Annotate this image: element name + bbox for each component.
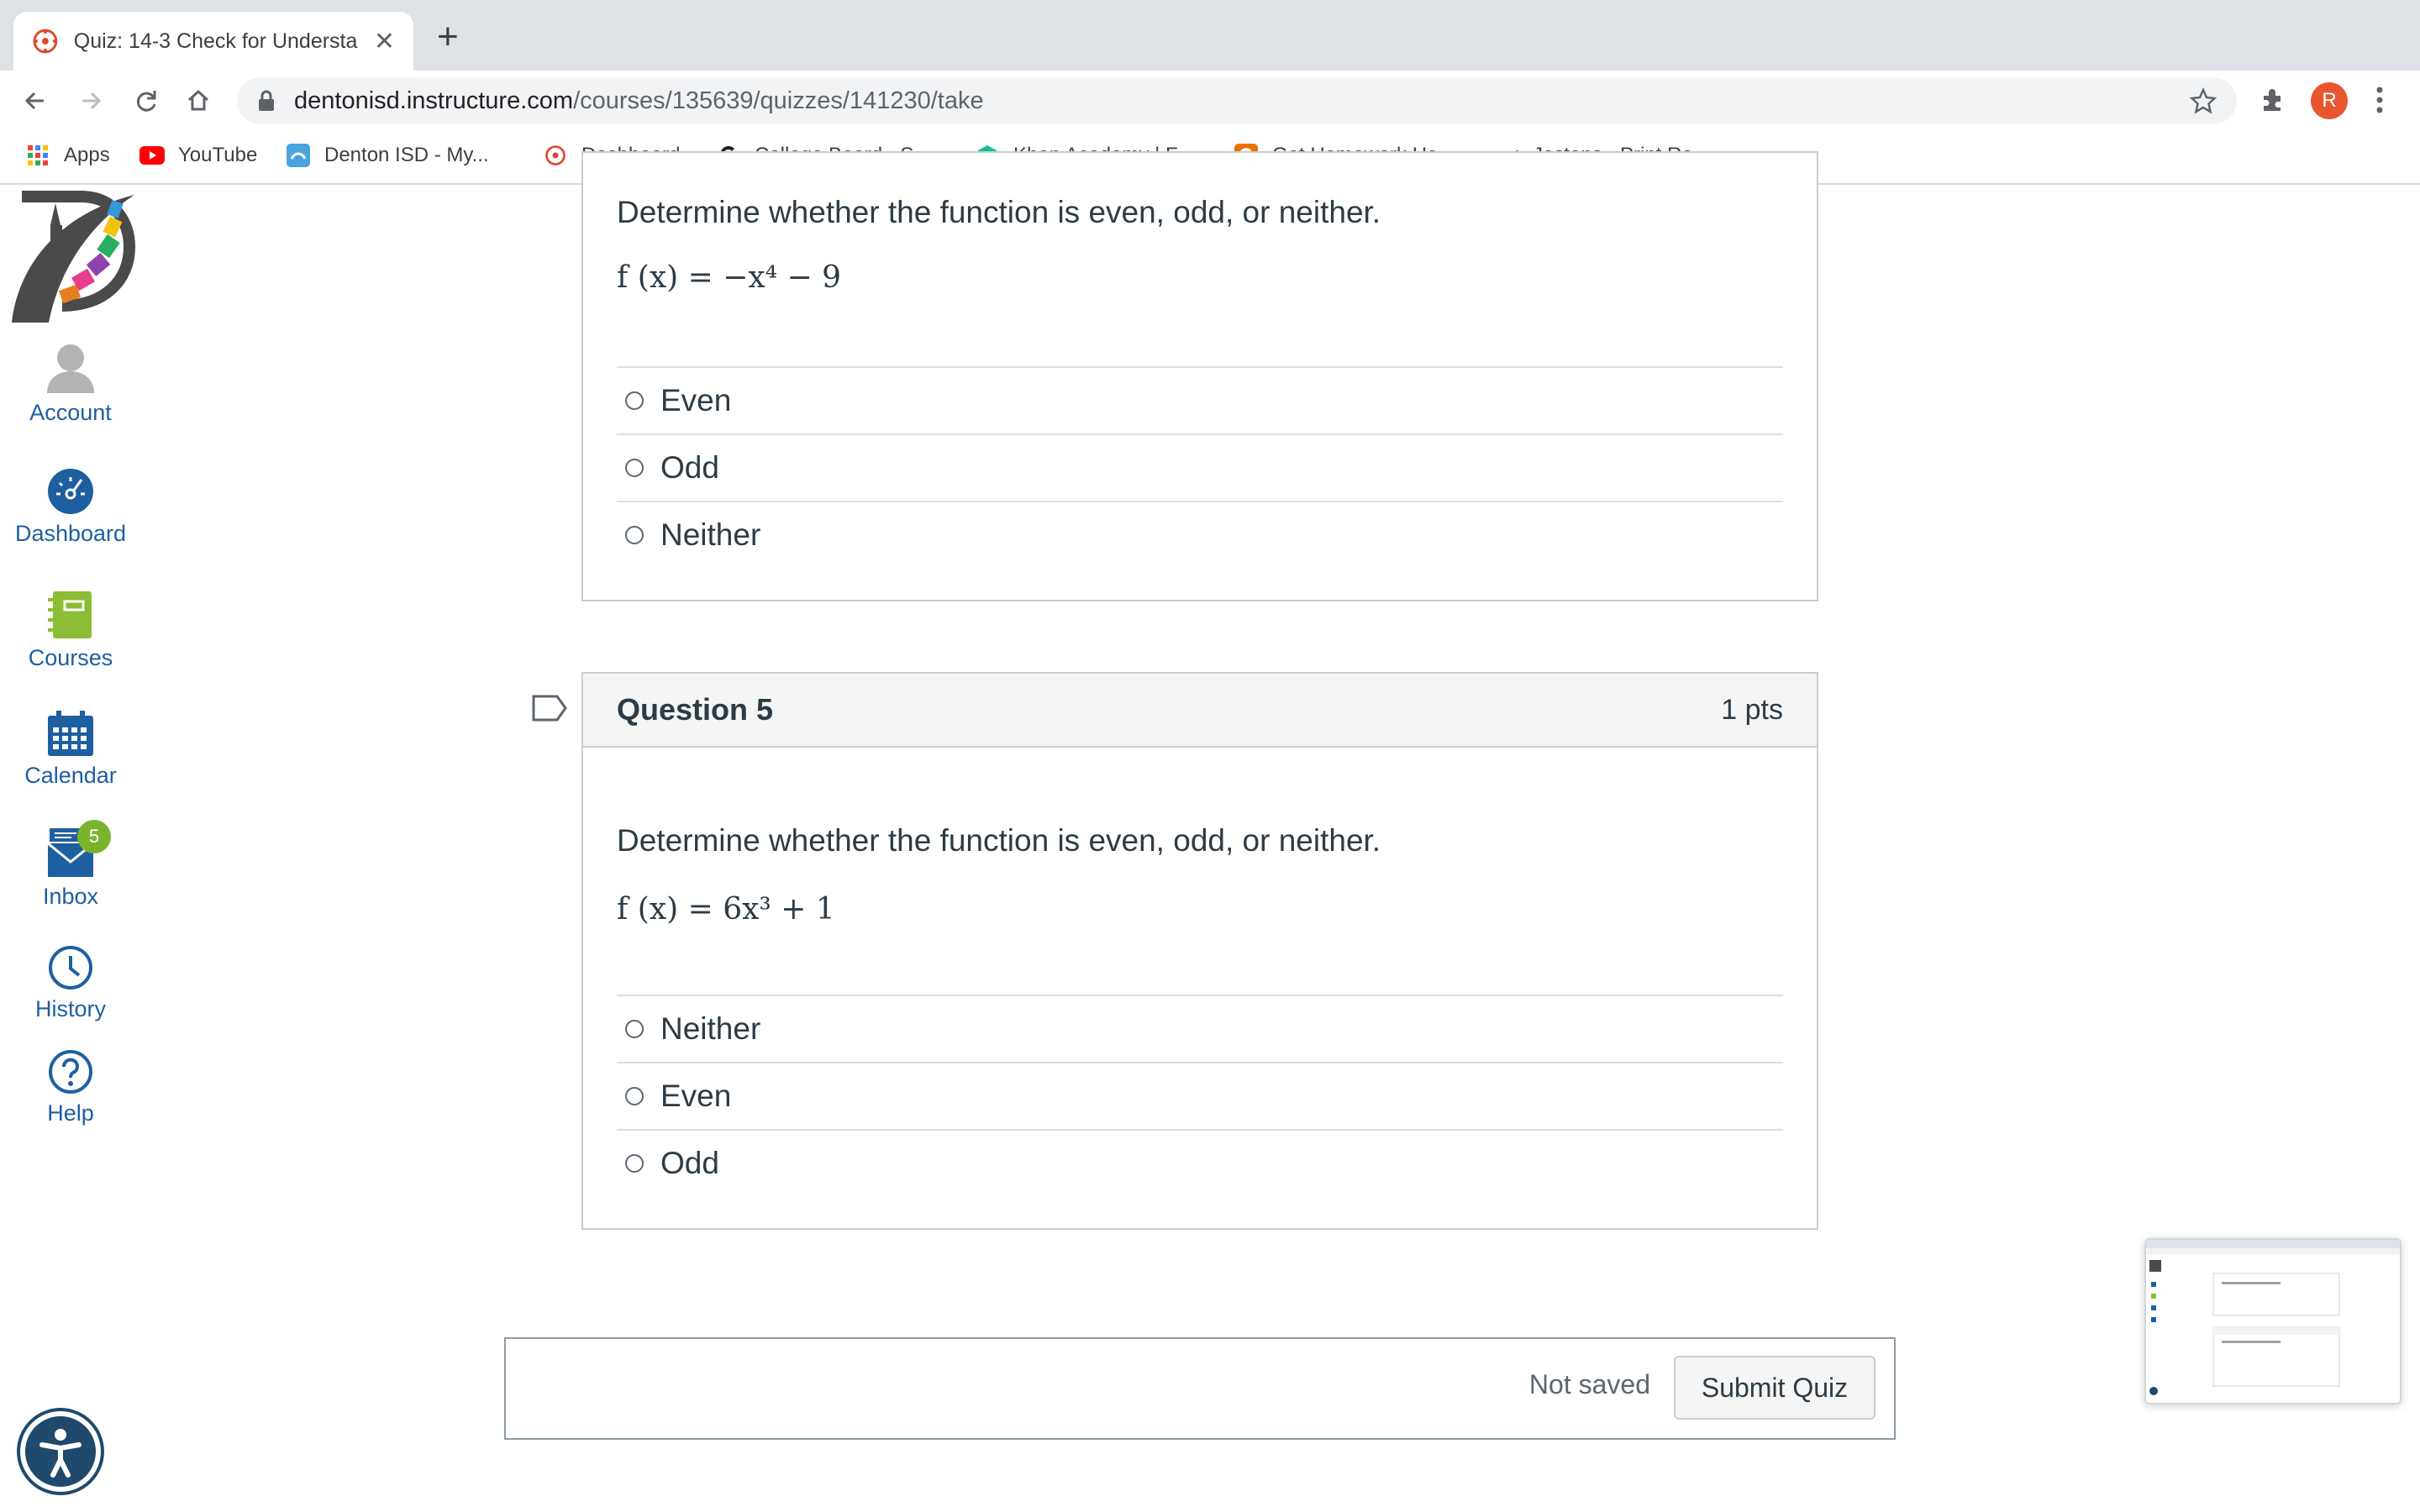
url-text: dentonisd.instructure.com/courses/135639… — [294, 87, 984, 114]
school-logo[interactable] — [0, 188, 141, 326]
nav-inbox[interactable]: 5 Inbox — [0, 820, 141, 910]
bookmark-apps[interactable]: Apps — [25, 143, 110, 168]
nav-help[interactable]: Help — [0, 1048, 141, 1126]
nav-account[interactable]: Account — [0, 341, 141, 426]
question-5: Question 5 1 pts Determine whether the f… — [581, 672, 1818, 1230]
accessibility-button[interactable] — [20, 1411, 101, 1492]
dashboard-gauge-icon — [48, 469, 93, 514]
thumbnail-preview-image — [2146, 1240, 2400, 1395]
forward-icon[interactable] — [76, 86, 106, 116]
radio-button[interactable] — [625, 459, 644, 477]
home-icon[interactable] — [183, 86, 213, 116]
question-4-equation: f (x) = −x⁴ − 9 — [617, 260, 842, 295]
bookmark-star-icon[interactable] — [2190, 87, 2217, 114]
question-5-text: Determine whether the function is even, … — [617, 823, 1381, 858]
answer-option[interactable]: Neither — [617, 501, 1783, 568]
lock-icon — [259, 90, 274, 111]
radio-button[interactable] — [625, 391, 644, 410]
account-avatar-icon — [47, 344, 94, 393]
bookmark-youtube[interactable]: YouTube — [139, 143, 257, 168]
radio-button[interactable] — [625, 1154, 644, 1173]
radio-button[interactable] — [625, 1020, 644, 1038]
canvas-icon — [543, 143, 568, 168]
save-status: Not saved — [1528, 1369, 1650, 1399]
denton-isd-logo-icon — [12, 191, 136, 323]
accessibility-person-icon — [39, 1429, 82, 1478]
question-4-answers: Even Odd Neither — [617, 366, 1783, 568]
answer-option[interactable]: Odd — [617, 433, 1783, 501]
screenshot-thumbnail[interactable] — [2144, 1238, 2402, 1404]
nav-history[interactable]: History — [0, 944, 141, 1022]
nav-dashboard[interactable]: Dashboard — [0, 467, 141, 547]
submit-quiz-button[interactable]: Submit Quiz — [1674, 1356, 1876, 1420]
extensions-icon[interactable] — [2259, 86, 2287, 118]
answer-option[interactable]: Even — [617, 366, 1783, 433]
back-icon[interactable] — [20, 86, 50, 116]
radio-button[interactable] — [625, 526, 644, 544]
nav-calendar[interactable]: Calendar — [0, 711, 141, 789]
address-bar[interactable]: dentonisd.instructure.com/courses/135639… — [237, 77, 2237, 124]
question-5-header: Question 5 1 pts — [583, 674, 1817, 748]
flag-question-icon[interactable] — [531, 694, 568, 722]
browser-tab-strip: Quiz: 14-3 Check for Understa ✕ + — [0, 0, 2420, 71]
question-5-answers: Neither Even Odd — [617, 995, 1783, 1196]
new-tab-icon[interactable]: + — [437, 18, 459, 55]
help-question-icon — [49, 1050, 92, 1094]
reload-icon[interactable] — [131, 86, 161, 116]
profile-avatar[interactable]: R — [2311, 82, 2348, 119]
question-4: Determine whether the function is even, … — [581, 151, 1818, 601]
calendar-icon — [48, 711, 93, 756]
question-4-text: Determine whether the function is even, … — [617, 195, 1381, 229]
canvas-favicon-icon — [33, 29, 58, 54]
answer-option[interactable]: Even — [617, 1062, 1783, 1129]
bookmark-denton-isd[interactable]: Denton ISD - My... — [286, 143, 489, 168]
question-points: 1 pts — [1721, 693, 1783, 726]
apps-grid-icon — [25, 143, 50, 168]
answer-option[interactable]: Odd — [617, 1129, 1783, 1196]
question-name: Question 5 — [617, 692, 774, 727]
browser-toolbar: dentonisd.instructure.com/courses/135639… — [0, 71, 2420, 131]
inbox-unread-badge: 5 — [77, 820, 111, 853]
browser-tab-quiz[interactable]: Quiz: 14-3 Check for Understa ✕ — [13, 12, 413, 71]
question-5-equation: f (x) = 6x³ + 1 — [617, 892, 835, 927]
nav-courses[interactable]: Courses — [0, 590, 141, 671]
history-clock-icon — [49, 946, 92, 990]
global-navigation: Account Dashboard Courses Calendar 5 Inb… — [0, 185, 141, 1512]
answer-option[interactable]: Neither — [617, 995, 1783, 1062]
denton-isd-icon — [286, 143, 311, 168]
youtube-icon — [139, 143, 165, 168]
courses-book-icon — [48, 591, 92, 638]
tab-title: Quiz: 14-3 Check for Understa — [73, 29, 358, 53]
browser-menu-icon[interactable] — [2375, 86, 2385, 118]
tab-close-icon[interactable]: ✕ — [374, 27, 395, 56]
radio-button[interactable] — [625, 1087, 644, 1105]
quiz-submit-bar: Not saved Submit Quiz — [504, 1337, 1896, 1440]
